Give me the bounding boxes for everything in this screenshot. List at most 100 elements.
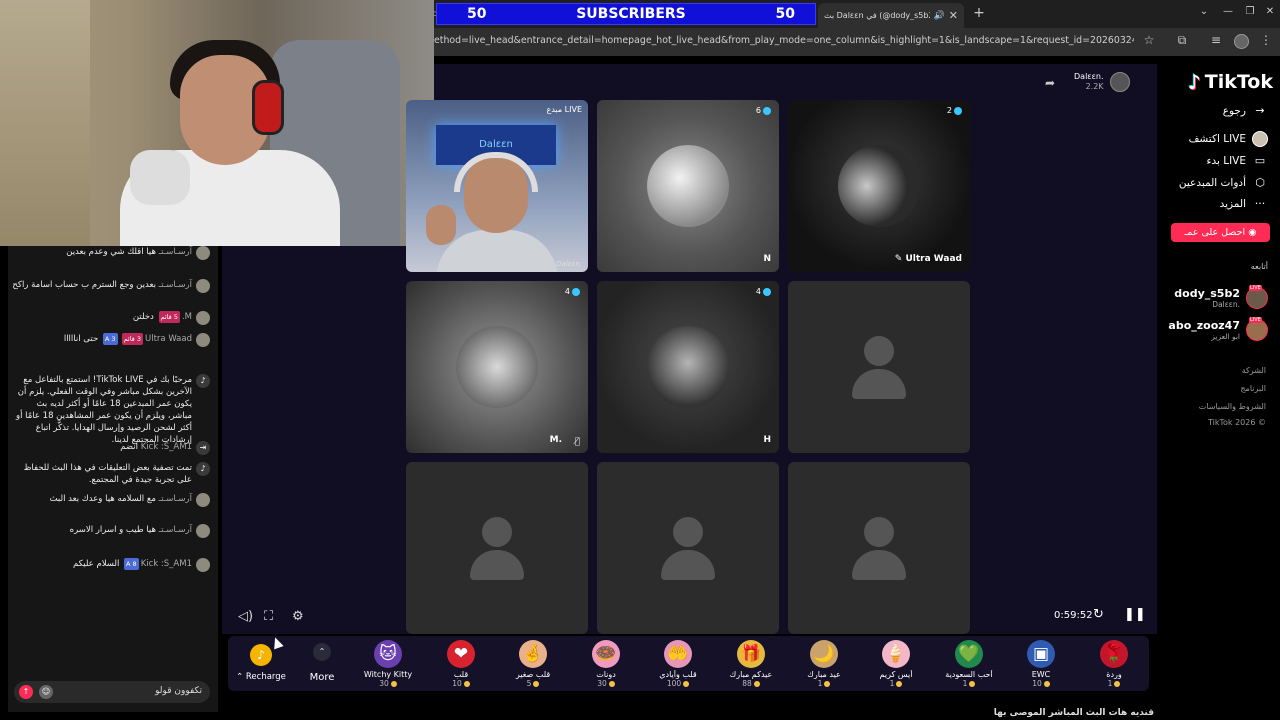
chat-username[interactable]: آرسـاسـتـ [159, 525, 192, 535]
avatar [196, 333, 210, 347]
gift-item[interactable]: 🌙 عيد مبارك 1 [793, 640, 855, 688]
send-icon[interactable]: ↑ [19, 685, 33, 699]
more-gifts-button[interactable]: ⌃ More [306, 643, 338, 683]
pause-icon[interactable]: ❚❚ [1124, 607, 1146, 622]
emoji-icon[interactable]: ☺ [39, 685, 53, 699]
chat-username[interactable]: آرسـاسـتـ [159, 247, 192, 257]
following-sub: ابو العزيز [1211, 332, 1240, 341]
chat-username[interactable]: Kick :S_AM1 [141, 442, 192, 452]
active-tab[interactable]: بث Dalεεn في (@dody_s5b2) 🔊 ✕ [818, 3, 964, 28]
tab-search-icon[interactable]: ⌄ [1196, 6, 1212, 17]
gift-item[interactable]: 🤲 قلب وأيادي 100 [647, 640, 709, 688]
guest-tile[interactable]: 2 ✎ Ultra Waad [788, 100, 970, 272]
volume-icon[interactable]: ◁) [238, 609, 253, 624]
speaker-icon[interactable]: 🔊 [934, 11, 945, 21]
gift-item[interactable]: 🍦 أيس كريم 1 [865, 640, 927, 688]
nav-creator-tools[interactable]: أدوات المبدعين ⬡ [1179, 175, 1268, 191]
gift-price: 100 [647, 679, 709, 688]
chat-text: حتى انااااا [63, 334, 99, 344]
chat-message[interactable]: Ultra Waad3 قائمA 3 حتى انااااا [12, 333, 210, 347]
close-window-icon[interactable]: ✕ [1262, 6, 1278, 17]
following-item[interactable]: abo_zooz47 ابو العزيز [1168, 317, 1268, 341]
system-message[interactable]: ♪ تمت تصفية بعض التعليقات في هذا البث للح… [12, 462, 210, 486]
nav-more[interactable]: المزيد ··· [1220, 196, 1268, 212]
coin-icon [608, 680, 615, 687]
following-sub: Dalεεn. [1212, 300, 1240, 309]
extensions-icon[interactable]: ⧉ [1174, 33, 1190, 48]
level-badge: 5 قائم [158, 311, 180, 323]
gift-item[interactable]: 🌹 وردة 1 [1083, 640, 1145, 688]
guest-tile[interactable]: 6 N [597, 100, 779, 272]
empty-seat-tile[interactable] [406, 462, 588, 634]
chevron-up-icon: ⌃ [236, 672, 246, 682]
gift-item[interactable]: ▣ EWC 10 [1010, 640, 1072, 688]
refresh-icon[interactable]: ↻ [1093, 607, 1104, 622]
get-coins-button[interactable]: احصل على عمـ ◉ [1171, 223, 1270, 242]
recharge-label: Recharge [245, 672, 286, 682]
gift-item[interactable]: 🍩 دونات 30 [575, 640, 637, 688]
nav-explore-live-label: اكتشف LIVE [1188, 133, 1246, 145]
viewer-count: 2 [946, 106, 952, 115]
gift-name: أحب السعودية [945, 670, 993, 679]
media-icon[interactable]: ≡ [1208, 33, 1224, 47]
maximize-icon[interactable]: ❐ [1242, 6, 1258, 17]
gift-price-value: 10 [452, 679, 462, 688]
share-icon[interactable]: ➦ [1045, 76, 1055, 90]
bookmark-star-icon[interactable]: ☆ [1141, 33, 1157, 47]
chat-username[interactable]: آرسـاسـتـ [159, 280, 192, 290]
chat-message[interactable]: آرسـاسـتـ هيا طيب و اسرار الاسره [12, 524, 210, 538]
profile-avatar[interactable] [1234, 34, 1249, 49]
chat-message[interactable]: ⇥ Kick :S_AM1 انضم [12, 441, 210, 455]
gift-item[interactable]: 💚 أحب السعودية 1 [938, 640, 1000, 688]
empty-seat-tile[interactable] [788, 281, 970, 453]
system-message[interactable]: ♪ مرحبًا بك في TikTok LIVE! استمتع بالتفا… [12, 374, 210, 446]
chat-username[interactable]: Ultra Waad [145, 334, 192, 344]
guest-tile[interactable]: 4 H [597, 281, 779, 453]
chat-input[interactable]: ↑ ☺ تكفوون قولو [14, 681, 210, 703]
chat-message[interactable]: آرسـاسـتـ بعدين وجع السترم ب حساب اسامة … [12, 279, 210, 293]
nav-start-live[interactable]: بدء LIVE ▭ [1207, 153, 1268, 169]
empty-seat-tile[interactable] [597, 462, 779, 634]
gem-icon [763, 106, 771, 115]
guest-tile[interactable]: 4 🎙̸ M. [406, 281, 588, 453]
chat-username[interactable]: M. [182, 312, 192, 322]
gift-name: أيس كريم [879, 670, 913, 679]
level-badge: 3 قائم [121, 333, 143, 345]
following-item[interactable]: dody_s5b2 Dalεεn. [1174, 285, 1268, 309]
url-text[interactable]: ethod=live_head&entrance_detail=homepage… [434, 35, 1134, 46]
gift-item[interactable]: ❤ قلب 10 [430, 640, 492, 688]
nav-back[interactable]: رجوع → [1223, 103, 1268, 119]
gift-item[interactable]: 🐱 Witchy Kitty 30 [357, 640, 419, 688]
gift-item[interactable]: 🎁 عيدكم مبارك 88 [720, 640, 782, 688]
chat-message-body: Kick :S_AM18 A السلام عليكم [12, 558, 192, 570]
guest-avatar [456, 326, 538, 408]
gift-item[interactable]: 🤞 قلب صغير 5 [502, 640, 564, 688]
chat-message[interactable]: M.5 قائم دخلتن [12, 311, 210, 325]
gem-icon [763, 287, 771, 296]
host-chip[interactable]: Dalεεn. 2.2K [1074, 72, 1130, 92]
menu-icon[interactable]: ⋮ [1258, 33, 1274, 47]
new-tab-button[interactable]: + [970, 4, 988, 22]
settings-gear-icon[interactable]: ⚙ [292, 609, 304, 624]
footer-link-terms[interactable]: الشروط والسياسات [1199, 402, 1266, 411]
gift-icon: ❤ [447, 640, 475, 668]
stream-timer: 0:59:52 [1054, 610, 1093, 621]
cta-label: احصل على عمـ [1184, 227, 1246, 238]
footer-link-company[interactable]: الشركة [1242, 366, 1266, 375]
chat-message[interactable]: Kick :S_AM18 A السلام عليكم [12, 558, 210, 572]
chat-message[interactable]: آرسـاسـتـ هيا اقلك شي وعدم بعدين [12, 246, 210, 260]
fullscreen-icon[interactable]: ⛶ [264, 609, 273, 624]
close-tab-icon[interactable]: ✕ [949, 9, 958, 22]
footer-link-program[interactable]: البرنامج [1240, 384, 1266, 393]
gift-price-value: 100 [666, 679, 682, 688]
nav-explore-live[interactable]: اكتشف LIVE [1189, 131, 1268, 147]
chat-message-body: آرسـاسـتـ مع السلامه هيا وعدك بعد البث [12, 493, 192, 505]
tiktok-logo[interactable]: ♪ TikTok [1188, 70, 1273, 94]
chat-input-text[interactable]: تكفوون قولو [155, 686, 202, 696]
chat-username[interactable]: آرسـاسـتـ [159, 494, 192, 504]
chat-message[interactable]: آرسـاسـتـ مع السلامه هيا وعدك بعد البث [12, 493, 210, 507]
minimize-icon[interactable]: — [1220, 6, 1236, 17]
host-video-tile[interactable]: Dalεεn مبدع LIVE Dalεεn. [406, 100, 588, 272]
empty-seat-tile[interactable] [788, 462, 970, 634]
chat-username[interactable]: Kick :S_AM1 [141, 559, 192, 569]
